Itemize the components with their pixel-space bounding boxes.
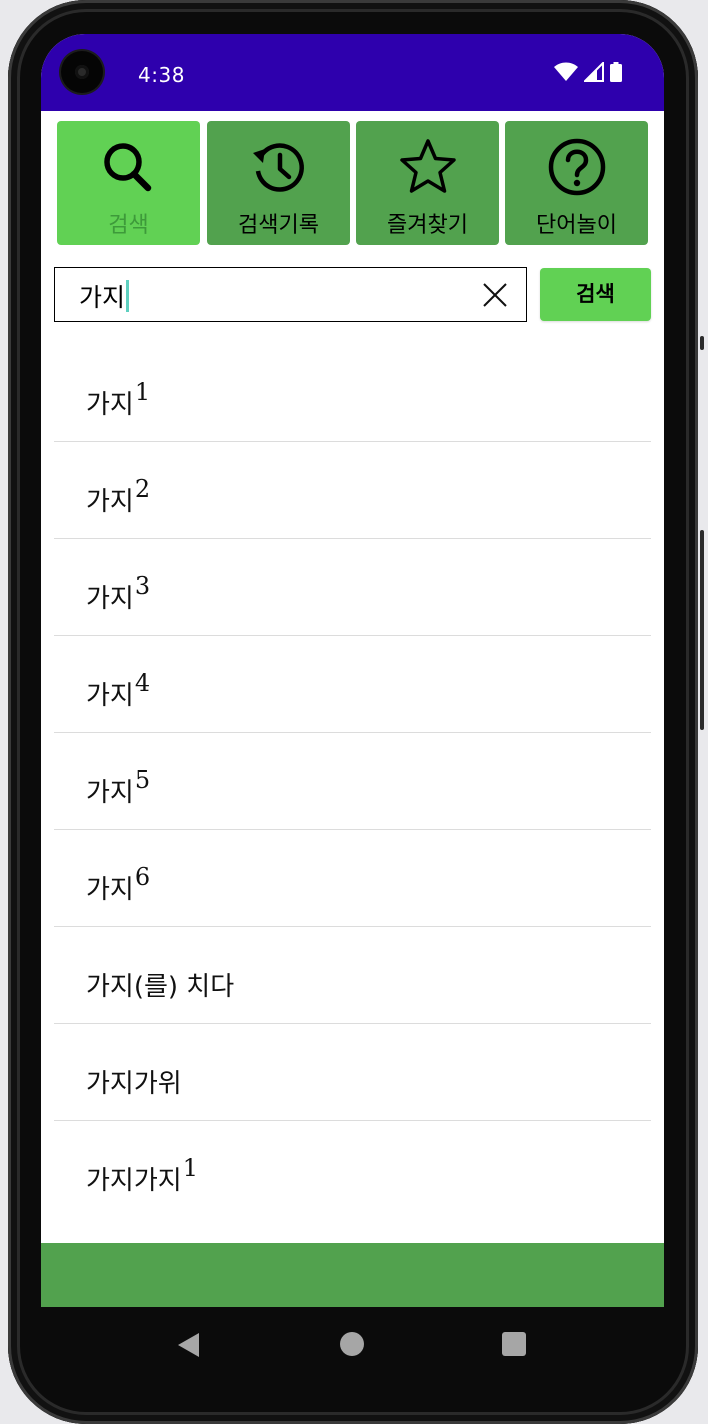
text-cursor bbox=[126, 280, 130, 312]
word-text: 가지가위 bbox=[86, 1069, 182, 1099]
list-item[interactable]: 가지3 bbox=[54, 539, 651, 636]
back-icon[interactable] bbox=[177, 1332, 201, 1358]
status-bar: 4:38 bbox=[41, 34, 664, 111]
homonym-number: 6 bbox=[134, 863, 151, 891]
list-item[interactable]: 가지가위 bbox=[54, 1024, 651, 1121]
list-item[interactable]: 가지(를) 치다 bbox=[54, 927, 651, 1024]
menu-history-button[interactable]: 검색기록 bbox=[207, 121, 350, 245]
homonym-number: 1 bbox=[182, 1154, 198, 1182]
list-item-word: 가지1 bbox=[86, 378, 150, 421]
menu-search-button[interactable]: 검색 bbox=[57, 121, 200, 245]
screen: 4:38 검색 검색기록 즐겨찾기 단어놀이 가지 검색 가지1 가지2 가지3… bbox=[41, 34, 664, 1307]
list-item-word: 가지(를) 치다 bbox=[86, 960, 235, 1003]
recents-icon[interactable] bbox=[502, 1332, 526, 1356]
bottom-bar bbox=[41, 1243, 664, 1307]
list-item[interactable]: 가지4 bbox=[54, 636, 651, 733]
top-menu: 검색 검색기록 즐겨찾기 단어놀이 bbox=[57, 121, 648, 245]
homonym-number: 2 bbox=[134, 475, 151, 503]
list-item-word: 가지6 bbox=[86, 863, 150, 906]
word-text: 가지 bbox=[86, 681, 134, 711]
word-text: 가지 bbox=[86, 584, 134, 614]
system-nav-bar bbox=[41, 1307, 664, 1381]
menu-wordgame-label: 단어놀이 bbox=[536, 213, 617, 238]
search-input[interactable]: 가지 bbox=[54, 267, 527, 322]
list-item[interactable]: 가지1 bbox=[54, 345, 651, 442]
search-icon bbox=[104, 143, 152, 192]
list-item[interactable]: 가지가지1 bbox=[54, 1121, 651, 1217]
menu-favorites-label: 즐겨찾기 bbox=[387, 213, 468, 238]
star-icon bbox=[400, 139, 456, 193]
volume-button bbox=[700, 530, 704, 730]
homonym-number: 1 bbox=[134, 378, 151, 406]
homonym-number: 5 bbox=[134, 766, 151, 794]
list-item[interactable]: 가지2 bbox=[54, 442, 651, 539]
results-list: 가지1 가지2 가지3 가지4 가지5 가지6 가지(를) 치다 가지가위 가지… bbox=[54, 345, 651, 1217]
word-text: 가지 bbox=[86, 875, 134, 905]
search-button[interactable]: 검색 bbox=[540, 268, 651, 321]
word-text: 가지 bbox=[86, 390, 134, 420]
menu-wordgame-button[interactable]: 단어놀이 bbox=[505, 121, 648, 245]
camera-cutout bbox=[61, 51, 103, 93]
menu-search-label: 검색 bbox=[108, 213, 149, 238]
search-input-text: 가지 bbox=[79, 278, 130, 314]
list-item[interactable]: 가지6 bbox=[54, 830, 651, 927]
list-item-word: 가지5 bbox=[86, 766, 150, 809]
homonym-number: 3 bbox=[134, 572, 151, 600]
list-item-word: 가지2 bbox=[86, 475, 150, 518]
word-text: 가지(를) 치다 bbox=[86, 972, 235, 1002]
wifi-icon bbox=[554, 62, 578, 81]
signal-icon bbox=[584, 62, 604, 82]
menu-favorites-button[interactable]: 즐겨찾기 bbox=[356, 121, 499, 245]
help-icon bbox=[548, 138, 606, 196]
word-text: 가지가지 bbox=[86, 1166, 182, 1196]
list-item[interactable]: 가지5 bbox=[54, 733, 651, 830]
list-item-word: 가지3 bbox=[86, 572, 150, 615]
word-text: 가지 bbox=[86, 487, 134, 517]
home-icon[interactable] bbox=[340, 1332, 364, 1356]
word-text: 가지 bbox=[86, 778, 134, 808]
list-item-word: 가지4 bbox=[86, 669, 150, 712]
close-icon[interactable] bbox=[482, 282, 508, 308]
status-icons bbox=[554, 62, 622, 82]
menu-history-label: 검색기록 bbox=[238, 213, 319, 238]
search-input-value: 가지 bbox=[79, 283, 126, 312]
list-item-word: 가지가위 bbox=[86, 1057, 183, 1100]
homonym-number: 4 bbox=[134, 669, 151, 697]
list-item-word: 가지가지1 bbox=[86, 1154, 198, 1197]
history-icon bbox=[253, 143, 304, 192]
status-time: 4:38 bbox=[138, 63, 185, 87]
power-button bbox=[700, 336, 704, 350]
battery-icon bbox=[610, 62, 622, 82]
